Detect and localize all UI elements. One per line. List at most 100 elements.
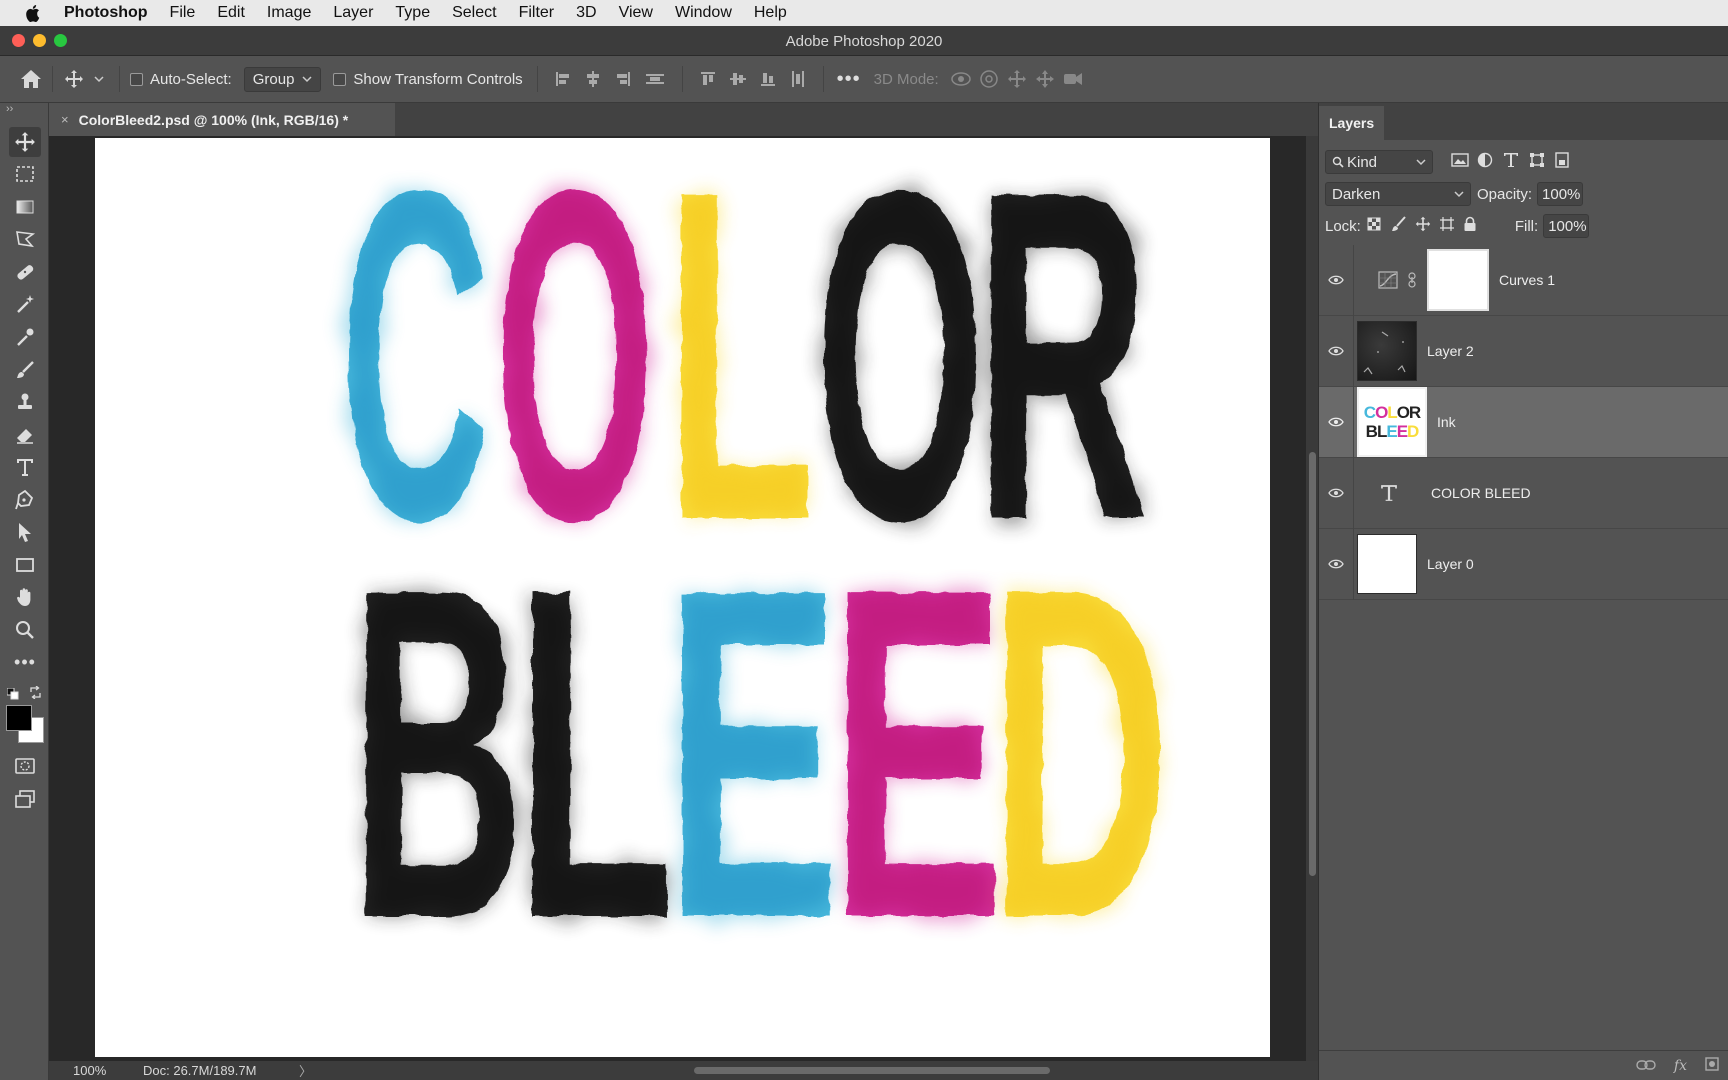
menu-edit[interactable]: Edit (217, 4, 245, 22)
align-bottom-edges-icon[interactable] (753, 70, 783, 88)
chevron-down-icon[interactable] (89, 75, 109, 83)
status-menu-arrow[interactable]: 〉 (299, 1061, 319, 1080)
gradient-tool[interactable] (9, 192, 41, 222)
lock-image-pixels-icon[interactable] (1391, 216, 1407, 236)
vertical-scrollbar-thumb[interactable] (1309, 452, 1316, 876)
menu-select[interactable]: Select (452, 4, 496, 22)
align-right-edges-icon[interactable] (608, 70, 638, 88)
rectangle-tool[interactable] (9, 550, 41, 580)
move-tool-preset-icon[interactable] (63, 69, 85, 89)
layer-row-ink[interactable]: COLOR BLEED Ink (1319, 387, 1728, 458)
visibility-eye-icon[interactable] (1319, 488, 1353, 498)
distribute-icon[interactable] (638, 70, 672, 88)
visibility-eye-icon[interactable] (1319, 346, 1353, 356)
layer-name[interactable]: Curves 1 (1499, 272, 1555, 288)
opacity-field[interactable]: 100% (1537, 182, 1584, 206)
layer-name[interactable]: COLOR BLEED (1431, 485, 1531, 501)
clone-stamp-tool[interactable] (9, 387, 41, 417)
menu-window[interactable]: Window (675, 4, 732, 22)
mask-icon[interactable] (1705, 1057, 1719, 1074)
menu-type[interactable]: Type (395, 4, 430, 22)
filter-shape-layers-icon[interactable] (1529, 152, 1545, 172)
zoom-tool[interactable] (9, 615, 41, 645)
mask-link-icon[interactable] (1405, 272, 1419, 288)
3d-pan-icon[interactable] (1003, 69, 1031, 89)
filter-adjustment-layers-icon[interactable] (1477, 152, 1493, 172)
path-selection-tool[interactable] (9, 517, 41, 547)
layer-row-curves-1[interactable]: Curves 1 (1319, 245, 1728, 316)
document-tab[interactable]: × ColorBleed2.psd @ 100% (Ink, RGB/16) * (49, 103, 395, 136)
eraser-tool[interactable] (9, 420, 41, 450)
canvas-workspace[interactable]: COLORBLEED COLORBLEED (49, 136, 1306, 1061)
hand-tool[interactable] (9, 582, 41, 612)
3d-orbit-icon[interactable] (947, 70, 975, 88)
magic-wand-tool[interactable] (9, 289, 41, 319)
pen-tool[interactable] (9, 485, 41, 515)
3d-scale-icon[interactable] (1059, 70, 1087, 88)
type-tool[interactable] (9, 452, 41, 482)
close-tab-icon[interactable]: × (61, 112, 69, 127)
document-canvas[interactable]: COLORBLEED COLORBLEED (95, 138, 1270, 1057)
auto-select-checkbox[interactable] (130, 72, 143, 86)
filter-type-layers-icon[interactable] (1503, 152, 1519, 172)
marquee-tool[interactable] (9, 159, 41, 189)
swap-colors-icon[interactable] (29, 685, 42, 703)
blend-mode-dropdown[interactable]: Darken (1325, 182, 1471, 206)
auto-select-target-dropdown[interactable]: Group (243, 66, 322, 92)
fx-icon[interactable]: fx (1674, 1058, 1687, 1074)
align-left-edges-icon[interactable] (548, 70, 578, 88)
visibility-eye-icon[interactable] (1319, 275, 1353, 285)
align-vertical-centers-icon[interactable] (723, 70, 753, 88)
menu-view[interactable]: View (619, 4, 653, 22)
layer-name[interactable]: Ink (1437, 414, 1456, 430)
distribute-widths-icon[interactable] (783, 70, 813, 88)
visibility-eye-icon[interactable] (1319, 559, 1353, 569)
expand-panel-icon[interactable]: ›› (6, 103, 13, 115)
align-top-edges-icon[interactable] (693, 70, 723, 88)
layers-tab[interactable]: Layers (1319, 106, 1385, 140)
move-tool[interactable] (9, 127, 41, 157)
horizontal-scrollbar-thumb[interactable] (694, 1067, 1050, 1074)
filter-pixel-layers-icon[interactable] (1451, 152, 1469, 172)
menu-file[interactable]: File (170, 4, 196, 22)
menu-photoshop[interactable]: Photoshop (64, 4, 148, 22)
layer-row-color-bleed[interactable]: COLOR BLEED (1319, 458, 1728, 529)
lock-transparent-pixels-icon[interactable] (1367, 217, 1381, 235)
edit-toolbar-icon[interactable]: ••• (9, 647, 41, 677)
layer-mask-thumbnail[interactable] (1427, 249, 1489, 311)
menu-image[interactable]: Image (267, 4, 311, 22)
brush-tool[interactable] (9, 355, 41, 385)
link-icon[interactable] (1636, 1058, 1656, 1074)
menu-layer[interactable]: Layer (333, 4, 373, 22)
lasso-tool[interactable] (9, 224, 41, 254)
menu-3d[interactable]: 3D (576, 4, 596, 22)
align-horizontal-centers-icon[interactable] (578, 70, 608, 88)
home-icon[interactable] (20, 69, 42, 89)
lock-all-icon[interactable] (1463, 216, 1477, 236)
layer-row-layer-2[interactable]: Layer 2 (1319, 316, 1728, 387)
filter-smart-object-icon[interactable] (1555, 152, 1569, 172)
menu-help[interactable]: Help (754, 4, 787, 22)
more-options-icon[interactable]: ••• (834, 68, 864, 91)
visibility-eye-icon[interactable] (1319, 417, 1353, 427)
3d-slide-icon[interactable] (1031, 69, 1059, 89)
lock-artboard-icon[interactable] (1439, 216, 1455, 236)
layer-name[interactable]: Layer 2 (1427, 343, 1474, 359)
foreground-color-swatch[interactable] (6, 705, 32, 731)
vertical-scrollbar[interactable] (1306, 136, 1318, 1061)
healing-brush-tool[interactable] (9, 257, 41, 287)
layer-row-layer-0[interactable]: Layer 0 (1319, 529, 1728, 600)
apple-icon[interactable] (26, 4, 42, 22)
default-colors-icon[interactable] (6, 687, 19, 704)
screen-mode-button[interactable] (9, 784, 41, 814)
eyedropper-tool[interactable] (9, 322, 41, 352)
filter-kind-dropdown[interactable]: Kind (1325, 150, 1433, 174)
3d-roll-icon[interactable] (975, 69, 1003, 89)
fill-field[interactable]: 100% (1543, 214, 1590, 238)
quick-mask-mode-button[interactable] (9, 751, 41, 781)
show-transform-controls-checkbox[interactable] (333, 72, 347, 86)
menu-filter[interactable]: Filter (519, 4, 555, 22)
lock-position-icon[interactable] (1415, 216, 1431, 236)
zoom-level[interactable]: 100% (49, 1063, 129, 1078)
layer-name[interactable]: Layer 0 (1427, 556, 1474, 572)
